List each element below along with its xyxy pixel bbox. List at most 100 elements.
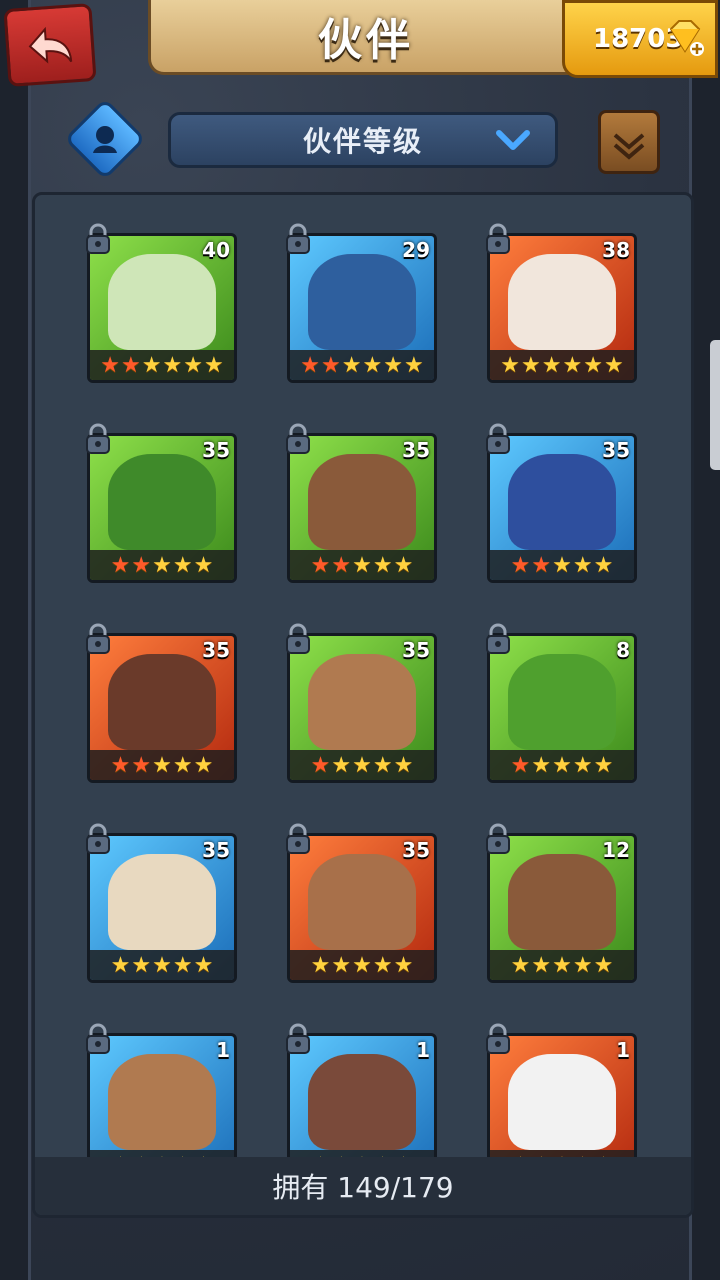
star-icon: ★ [152,752,172,778]
page-title: 伙伴 [318,15,414,66]
partner-character [508,654,616,750]
star-icon: ★ [372,752,393,778]
star-rating: ★★★★★ [490,950,634,980]
partner-level: 35 [402,838,430,862]
star-icon: ★ [372,952,393,978]
partner-level: 12 [602,838,630,862]
partner-character [308,1054,416,1150]
partner-card[interactable]: 29 ★ ★ ★ ★ ★ ★ [283,223,437,383]
partner-card[interactable]: 35 ★ ★ ★ ★ ★ [283,423,437,583]
back-button[interactable] [3,3,97,87]
partner-character [308,854,416,950]
scrollbar[interactable] [710,340,720,470]
star-icon: ★ [341,352,362,378]
star-icon: ★ [531,552,552,578]
gem-counter-button[interactable]: 18703 [562,0,718,78]
lock-icon[interactable] [483,623,513,655]
partner-card[interactable]: 1★★★★★ [83,1023,237,1183]
sort-dropdown[interactable]: 伙伴等级 [168,112,558,168]
category-filter-icon [93,126,117,153]
partner-character [508,854,616,950]
partner-portrait: 38 ★ ★ ★ ★ ★ ★ [487,233,637,383]
partner-level: 1 [416,1038,430,1062]
star-icon: ★ [593,552,614,578]
partner-card[interactable]: 35 ★ ★ ★ ★ ★ [483,423,637,583]
lock-icon[interactable] [83,1023,113,1055]
star-icon: ★ [352,552,372,578]
partner-card[interactable]: 35 ★ ★ ★ ★ ★ [83,623,237,783]
star-icon: ★ [500,352,521,378]
star-icon: ★ [110,552,131,578]
partner-card[interactable]: 38 ★ ★ ★ ★ ★ ★ [483,223,637,383]
partner-level: 35 [202,838,230,862]
partner-card[interactable]: 12 ★ ★ ★ ★ ★ [483,823,637,983]
star-icon: ★ [393,752,414,778]
star-rating: ★ ★ ★ ★ ★ ★ [490,350,634,380]
partner-card[interactable]: 1★★★★★ [283,1023,437,1183]
star-icon: ★ [172,952,193,978]
lock-icon[interactable] [483,823,513,855]
lock-icon[interactable] [483,1023,513,1055]
lock-icon[interactable] [283,823,313,855]
star-rating: ★★★★★ [90,750,234,780]
partner-card[interactable]: 8 ★ ★ ★ ★ ★ [483,623,637,783]
star-icon: ★ [331,552,352,578]
star-rating: ★ ★ ★ ★ ★ ★ [90,350,234,380]
lock-icon[interactable] [283,223,313,255]
partner-character [308,654,416,750]
partner-portrait: 35 ★ ★ ★ ★ ★ [487,433,637,583]
title-banner: 伙伴 [148,0,584,75]
lock-icon[interactable] [483,223,513,255]
star-icon: ★ [172,752,193,778]
star-icon: ★ [310,752,331,778]
partner-card[interactable]: 35 ★ ★ ★ ★ ★ [283,823,437,983]
star-icon: ★ [583,352,603,378]
partner-card[interactable]: 35 ★ ★ ★ ★ ★ [83,823,237,983]
star-icon: ★ [131,552,152,578]
lock-icon[interactable] [83,623,113,655]
partner-character [508,454,616,550]
partner-level: 1 [616,1038,630,1062]
star-rating: ★★★★★ [90,950,234,980]
star-icon: ★ [331,952,352,978]
partner-card[interactable]: 40 ★ ★ ★ ★ ★ ★ [83,223,237,383]
star-icon: ★ [562,352,583,378]
partner-portrait: 35 ★ ★ ★ ★ ★ [87,833,237,983]
star-icon: ★ [572,752,593,778]
partner-card[interactable]: 35 ★ ★ ★ ★ ★ [283,623,437,783]
star-rating: ★★★★★ [490,550,634,580]
partner-card[interactable]: 35 ★ ★ ★ ★ ★ [83,423,237,583]
star-icon: ★ [362,352,383,378]
partner-level: 35 [202,438,230,462]
star-icon: ★ [310,952,331,978]
partner-level: 29 [402,238,430,262]
star-icon: ★ [572,552,593,578]
star-icon: ★ [521,352,541,378]
lock-icon[interactable] [283,1023,313,1055]
partner-portrait: 35 ★ ★ ★ ★ ★ [287,833,437,983]
star-icon: ★ [372,552,393,578]
left-stone-edge [0,0,31,1280]
collection-book-button[interactable] [598,110,660,174]
star-icon: ★ [131,952,152,978]
partner-level: 35 [402,438,430,462]
lock-icon[interactable] [283,623,313,655]
star-rating: ★★★★★ [490,750,634,780]
partner-character [508,1054,616,1150]
partner-card[interactable]: 1★★★★★ [483,1023,637,1183]
partner-character [308,454,416,550]
lock-icon[interactable] [83,223,113,255]
lock-icon[interactable] [483,423,513,455]
lock-icon[interactable] [283,423,313,455]
star-icon: ★ [100,352,121,378]
star-icon: ★ [310,552,331,578]
star-icon: ★ [393,552,414,578]
star-icon: ★ [593,752,614,778]
lock-icon[interactable] [83,423,113,455]
star-icon: ★ [162,352,183,378]
collection-book-icon [613,133,645,160]
partner-portrait: 35 ★ ★ ★ ★ ★ [87,633,237,783]
star-icon: ★ [541,352,562,378]
lock-icon[interactable] [83,823,113,855]
star-rating: ★ ★ ★ ★ ★ ★ [290,350,434,380]
